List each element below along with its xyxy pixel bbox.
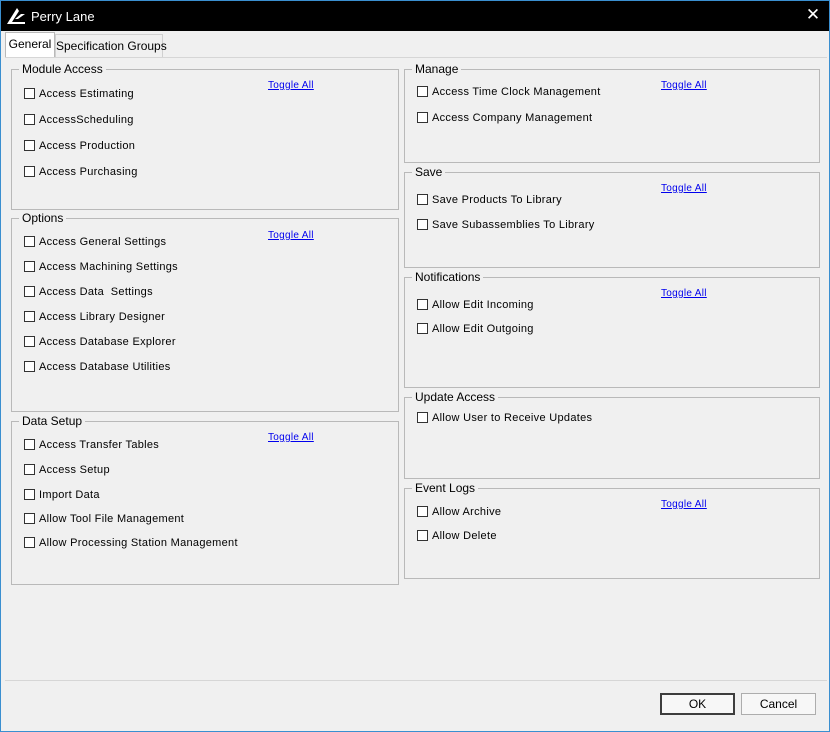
checkbox-label: Access Time Clock Management (432, 86, 601, 98)
group-manage: Manage Toggle All Access Time Clock Mana… (404, 62, 820, 163)
group-notifications: Notifications Toggle All Allow Edit Inco… (404, 270, 820, 388)
checkbox-unchecked-icon[interactable] (24, 361, 35, 372)
checkbox-label: Allow Tool File Management (39, 513, 185, 525)
window-title: Perry Lane (31, 9, 95, 24)
group-data-setup: Data Setup Toggle All Access Transfer Ta… (11, 414, 399, 585)
checkbox-unchecked-icon[interactable] (417, 412, 428, 423)
toggle-all-link[interactable]: Toggle All (661, 499, 707, 510)
checkbox-label: Allow Archive (432, 506, 502, 518)
checkbox-label: Access Setup (39, 464, 110, 476)
checkbox-unchecked-icon[interactable] (24, 140, 35, 151)
checkbox-label: Allow Edit Outgoing (432, 323, 534, 335)
checkbox-unchecked-icon[interactable] (24, 513, 35, 524)
checkbox-unchecked-icon[interactable] (24, 166, 35, 177)
checkbox-label: Save Products To Library (432, 194, 562, 206)
checkbox-unchecked-icon[interactable] (24, 489, 35, 500)
checkbox-unchecked-icon[interactable] (417, 506, 428, 517)
checkbox-label: Allow Delete (432, 530, 497, 542)
checkbox-unchecked-icon[interactable] (24, 464, 35, 475)
toggle-all-link[interactable]: Toggle All (661, 183, 707, 194)
toggle-all-link[interactable]: Toggle All (661, 288, 707, 299)
toggle-all-link[interactable]: Toggle All (268, 80, 314, 91)
checkbox-label: Import Data (39, 489, 100, 501)
cancel-button[interactable]: Cancel (741, 693, 816, 715)
checkbox-unchecked-icon[interactable] (24, 537, 35, 548)
dialog-window: Perry Lane ✕ General Specification Group… (0, 0, 830, 732)
checkbox-label: Access Database Explorer (39, 336, 176, 348)
toggle-all-link[interactable]: Toggle All (268, 230, 314, 241)
checkbox-label: AccessScheduling (39, 114, 134, 126)
checkbox-label: Access Purchasing (39, 166, 138, 178)
checkbox-unchecked-icon[interactable] (417, 86, 428, 97)
checkbox-label: Access Database Utilities (39, 361, 171, 373)
checkbox-unchecked-icon[interactable] (417, 194, 428, 205)
group-save: Save Toggle All Save Products To Library… (404, 165, 820, 268)
checkbox-unchecked-icon[interactable] (417, 323, 428, 334)
group-title: Event Logs (412, 481, 479, 495)
checkbox-unchecked-icon[interactable] (24, 88, 35, 99)
general-tab-panel: Module Access Toggle All Access Estimati… (5, 58, 827, 680)
checkbox-label: Save Subassemblies To Library (432, 219, 595, 231)
checkbox-label: Access Machining Settings (39, 261, 178, 273)
checkbox-unchecked-icon[interactable] (24, 311, 35, 322)
toggle-all-link[interactable]: Toggle All (661, 80, 707, 91)
checkbox-label: Access Company Management (432, 112, 593, 124)
checkbox-unchecked-icon[interactable] (24, 114, 35, 125)
checkbox-unchecked-icon[interactable] (417, 299, 428, 310)
group-event-logs: Event Logs Toggle All Allow Archive Allo… (404, 481, 820, 579)
group-update-access: Update Access Allow User to Receive Upda… (404, 390, 820, 479)
group-title: Save (412, 165, 446, 179)
checkbox-unchecked-icon[interactable] (417, 219, 428, 230)
close-icon[interactable]: ✕ (805, 6, 821, 24)
group-options: Options Toggle All Access General Settin… (11, 211, 399, 412)
checkbox-label: Allow Processing Station Management (39, 537, 238, 549)
group-title: Module Access (19, 62, 106, 76)
checkbox-unchecked-icon[interactable] (24, 286, 35, 297)
checkbox-unchecked-icon[interactable] (24, 236, 35, 247)
checkbox-label: Allow User to Receive Updates (432, 412, 593, 424)
group-title: Notifications (412, 270, 484, 284)
checkbox-unchecked-icon[interactable] (417, 112, 428, 123)
checkbox-label: Access Transfer Tables (39, 439, 160, 451)
group-title: Data Setup (19, 414, 86, 428)
checkbox-unchecked-icon[interactable] (24, 261, 35, 272)
group-title: Update Access (412, 390, 499, 404)
app-logo-icon (7, 8, 25, 24)
checkbox-label: Access Production (39, 140, 136, 152)
checkbox-unchecked-icon[interactable] (417, 530, 428, 541)
checkbox-label: Access Library Designer (39, 311, 166, 323)
group-module-access: Module Access Toggle All Access Estimati… (11, 62, 399, 210)
group-title: Manage (412, 62, 462, 76)
ok-button[interactable]: OK (660, 693, 735, 715)
toggle-all-link[interactable]: Toggle All (268, 432, 314, 443)
group-title: Options (19, 211, 67, 225)
checkbox-label: Access Data Settings (39, 286, 153, 298)
tab-general[interactable]: General (5, 32, 55, 58)
tab-specification-groups[interactable]: Specification Groups (55, 34, 167, 57)
checkbox-unchecked-icon[interactable] (24, 336, 35, 347)
footer-divider (5, 680, 827, 681)
checkbox-label: Access General Settings (39, 236, 167, 248)
checkbox-unchecked-icon[interactable] (24, 439, 35, 450)
checkbox-label: Access Estimating (39, 88, 134, 100)
checkbox-label: Allow Edit Incoming (432, 299, 534, 311)
title-bar[interactable]: Perry Lane ✕ (1, 1, 829, 31)
